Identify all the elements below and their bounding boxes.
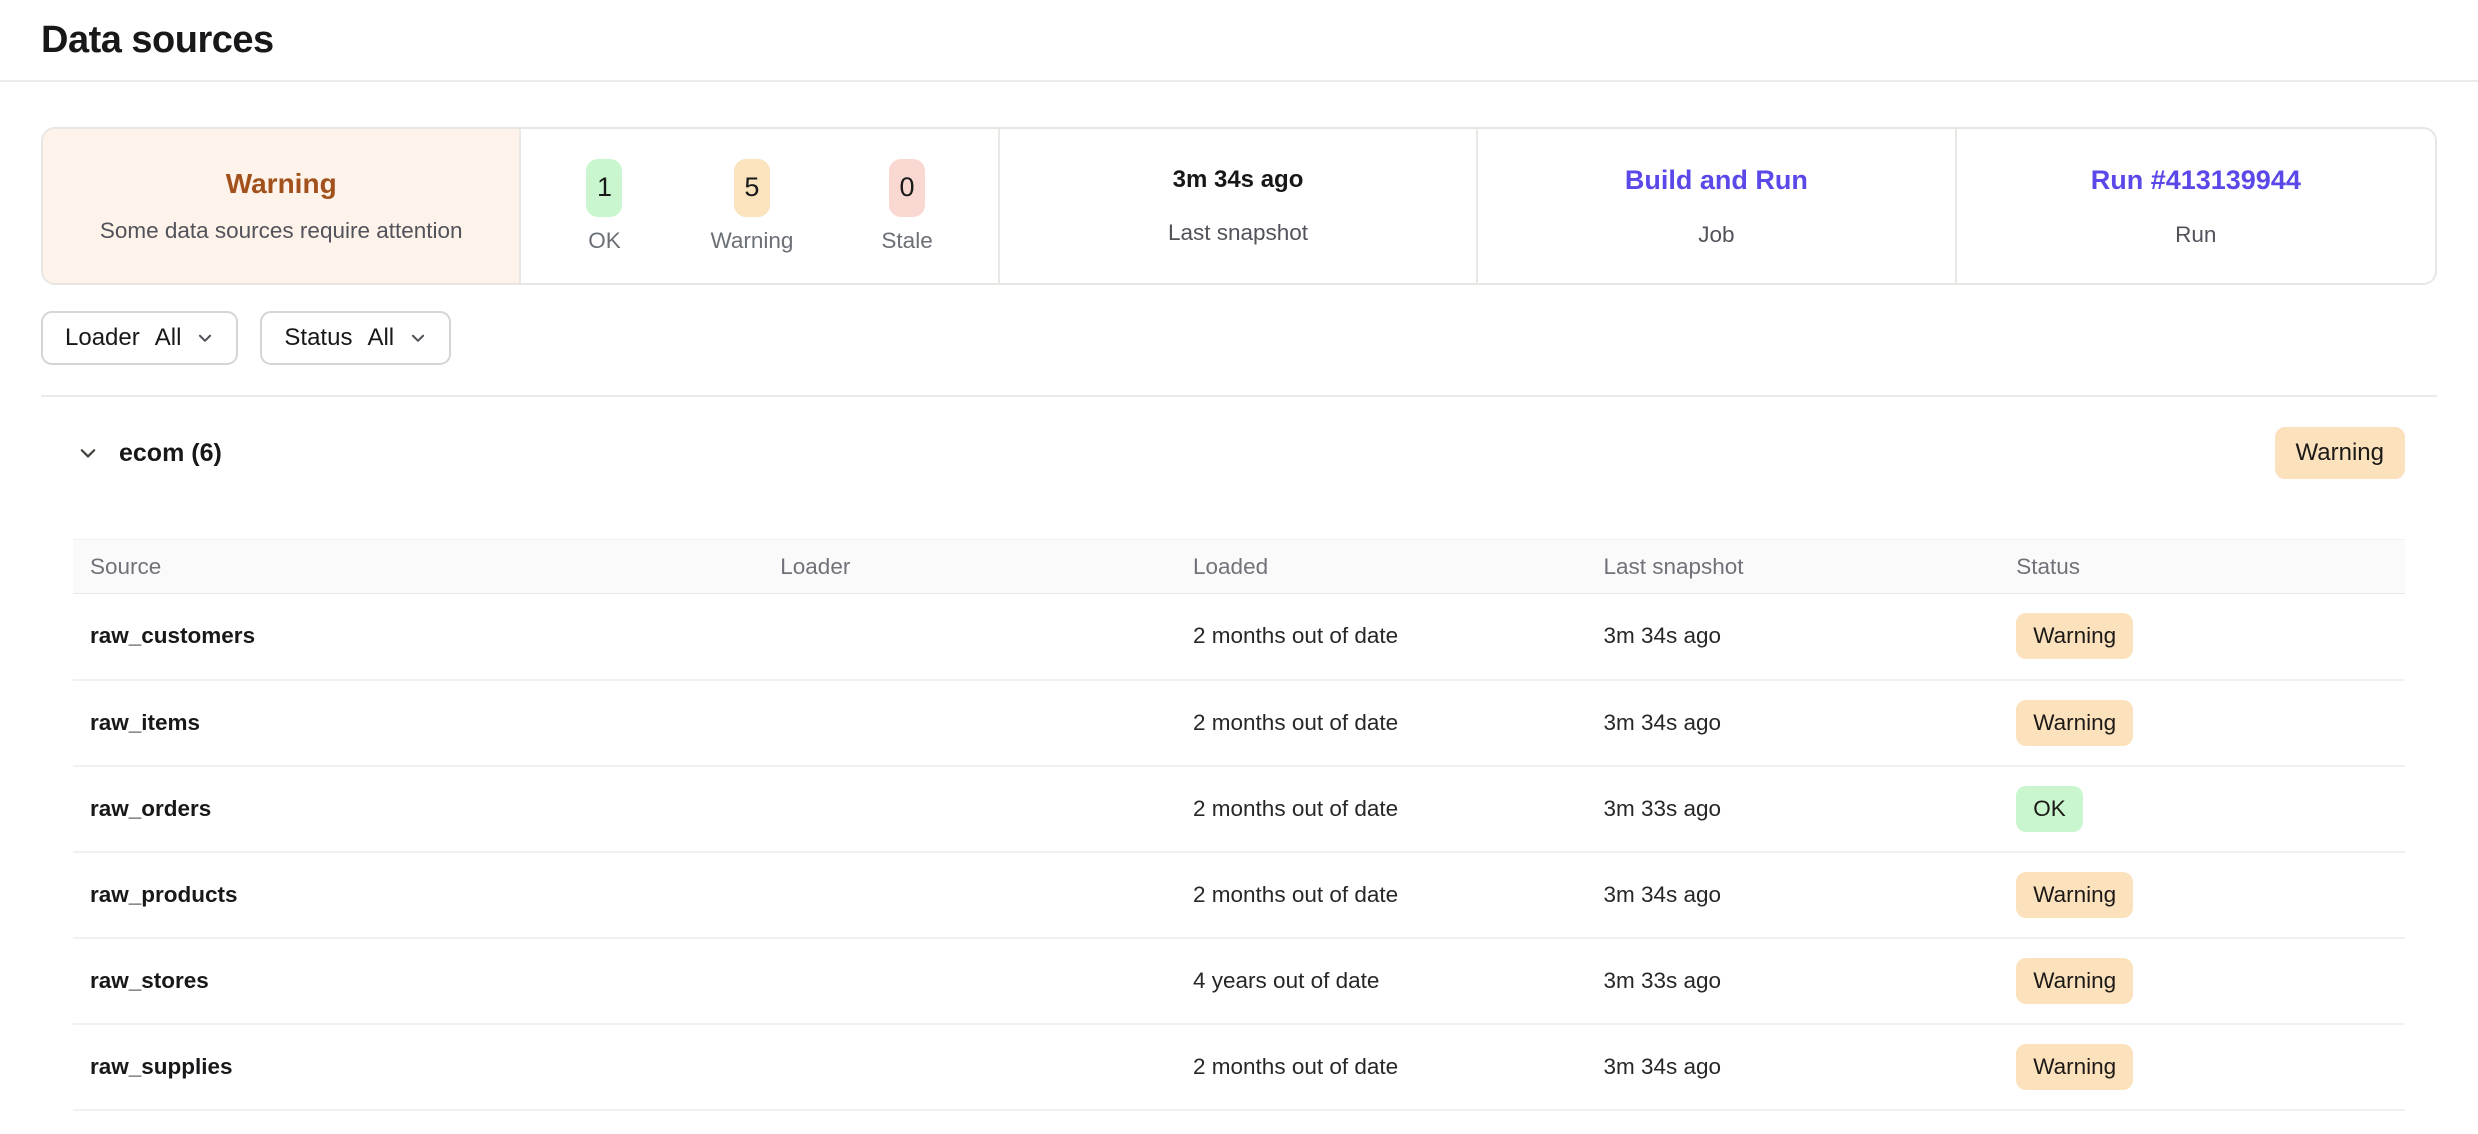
last-snapshot-cell: 3m 34s ago bbox=[1586, 680, 1999, 766]
warning-count-pill: 5 bbox=[734, 159, 770, 217]
table-header-row: Source Loader Loaded Last snapshot Statu… bbox=[73, 540, 2405, 594]
status-cell: OK bbox=[1999, 766, 2405, 852]
ok-count-pill: 1 bbox=[586, 159, 622, 217]
last-snapshot-value: 3m 34s ago bbox=[1173, 166, 1304, 194]
table-row[interactable]: raw_supplies 2 months out of date3m 34s a… bbox=[73, 1024, 2405, 1110]
warning-count-label: Warning bbox=[710, 228, 793, 254]
status-cell: Warning bbox=[1999, 852, 2405, 938]
stale-count-label: Stale bbox=[881, 228, 932, 254]
chevron-down-icon bbox=[196, 329, 214, 347]
section-header-ecom: ecom (6) Warning bbox=[41, 427, 2437, 479]
status-cell: Warning bbox=[1999, 1024, 2405, 1110]
job-link[interactable]: Build and Run bbox=[1625, 165, 1808, 196]
loaded-cell: 2 months out of date bbox=[1176, 1024, 1586, 1110]
loader-cell bbox=[763, 852, 1176, 938]
stat-stale: 0 Stale bbox=[881, 159, 932, 254]
status-badge: Warning bbox=[2016, 958, 2133, 1004]
status-cell: Warning bbox=[1999, 938, 2405, 1024]
job-card: Build and Run Job bbox=[1478, 129, 1956, 283]
section-title: ecom (6) bbox=[119, 439, 222, 468]
status-counts: 1 OK 5 Warning 0 Stale bbox=[586, 159, 932, 254]
status-cell: Warning bbox=[1999, 680, 2405, 766]
column-header-loader: Loader bbox=[763, 540, 1176, 594]
table-row[interactable]: raw_products 2 months out of date3m 34s a… bbox=[73, 852, 2405, 938]
stat-ok: 1 OK bbox=[586, 159, 622, 254]
source-cell: raw_stores bbox=[73, 938, 763, 1024]
loader-cell bbox=[763, 938, 1176, 1024]
run-card: Run #413139944 Run bbox=[1957, 129, 2435, 283]
stat-warning: 5 Warning bbox=[710, 159, 793, 254]
source-cell: raw_items bbox=[73, 680, 763, 766]
last-snapshot-cell: 3m 34s ago bbox=[1586, 1024, 1999, 1110]
status-badge: Warning bbox=[2016, 1044, 2133, 1090]
last-snapshot-cell: 3m 33s ago bbox=[1586, 938, 1999, 1024]
last-snapshot-cell: 3m 33s ago bbox=[1586, 766, 1999, 852]
status-cell: Warning bbox=[1999, 594, 2405, 680]
last-snapshot-card: 3m 34s ago Last snapshot bbox=[1000, 129, 1478, 283]
status-badge: Warning bbox=[2016, 613, 2133, 659]
status-badge: Warning bbox=[2016, 872, 2133, 918]
loader-cell bbox=[763, 766, 1176, 852]
loader-filter-value: All bbox=[155, 324, 182, 352]
loaded-cell: 2 months out of date bbox=[1176, 852, 1586, 938]
chevron-down-icon bbox=[77, 442, 99, 464]
status-badge: OK bbox=[2016, 786, 2083, 832]
loader-filter-button[interactable]: Loader All bbox=[41, 311, 238, 365]
filters-divider bbox=[41, 395, 2437, 397]
column-header-loaded: Loaded bbox=[1176, 540, 1586, 594]
stale-count-pill: 0 bbox=[889, 159, 925, 217]
column-header-source: Source bbox=[73, 540, 763, 594]
page-header: Data sources bbox=[0, 0, 2478, 82]
section-status-badge: Warning bbox=[2275, 427, 2405, 479]
loader-cell bbox=[763, 680, 1176, 766]
job-label: Job bbox=[1698, 222, 1734, 248]
table-row[interactable]: raw_stores 4 years out of date3m 33s ago W… bbox=[73, 938, 2405, 1024]
loaded-cell: 2 months out of date bbox=[1176, 594, 1586, 680]
sources-table: Source Loader Loaded Last snapshot Statu… bbox=[73, 539, 2405, 1111]
main-content: Warning Some data sources require attent… bbox=[0, 127, 2478, 1111]
column-header-last-snapshot: Last snapshot bbox=[1586, 540, 1999, 594]
loaded-cell: 2 months out of date bbox=[1176, 766, 1586, 852]
last-snapshot-cell: 3m 34s ago bbox=[1586, 594, 1999, 680]
summary-cards: Warning Some data sources require attent… bbox=[41, 127, 2437, 285]
run-label: Run bbox=[2175, 222, 2216, 248]
filters-bar: Loader All Status All bbox=[41, 311, 2437, 365]
sources-table-wrap: Source Loader Loaded Last snapshot Statu… bbox=[41, 539, 2437, 1111]
source-cell: raw_customers bbox=[73, 594, 763, 680]
source-cell: raw_supplies bbox=[73, 1024, 763, 1110]
loaded-cell: 4 years out of date bbox=[1176, 938, 1586, 1024]
overall-status-subtitle: Some data sources require attention bbox=[100, 218, 463, 244]
source-cell: raw_orders bbox=[73, 766, 763, 852]
last-snapshot-label: Last snapshot bbox=[1168, 220, 1308, 246]
status-filter-value: All bbox=[367, 324, 394, 352]
last-snapshot-cell: 3m 34s ago bbox=[1586, 852, 1999, 938]
status-filter-label: Status bbox=[284, 324, 352, 352]
source-cell: raw_products bbox=[73, 852, 763, 938]
overall-status-card: Warning Some data sources require attent… bbox=[43, 129, 521, 283]
column-header-status: Status bbox=[1999, 540, 2405, 594]
chevron-down-icon bbox=[409, 329, 427, 347]
table-row[interactable]: raw_items 2 months out of date3m 34s ago W… bbox=[73, 680, 2405, 766]
counts-card: 1 OK 5 Warning 0 Stale bbox=[521, 129, 999, 283]
overall-status-title: Warning bbox=[226, 168, 337, 200]
loader-filter-label: Loader bbox=[65, 324, 140, 352]
loader-cell bbox=[763, 594, 1176, 680]
status-badge: Warning bbox=[2016, 700, 2133, 746]
run-link[interactable]: Run #413139944 bbox=[2091, 165, 2301, 196]
loader-cell bbox=[763, 1024, 1176, 1110]
table-row[interactable]: raw_customers 2 months out of date3m 34s … bbox=[73, 594, 2405, 680]
page-title: Data sources bbox=[41, 19, 274, 62]
ok-count-label: OK bbox=[588, 228, 621, 254]
status-filter-button[interactable]: Status All bbox=[260, 311, 451, 365]
table-body: raw_customers2 months out of date3m 34s … bbox=[73, 594, 2405, 1110]
loaded-cell: 2 months out of date bbox=[1176, 680, 1586, 766]
table-row[interactable]: raw_orders 2 months out of date3m 33s ago… bbox=[73, 766, 2405, 852]
collapse-section-button[interactable] bbox=[73, 438, 103, 468]
